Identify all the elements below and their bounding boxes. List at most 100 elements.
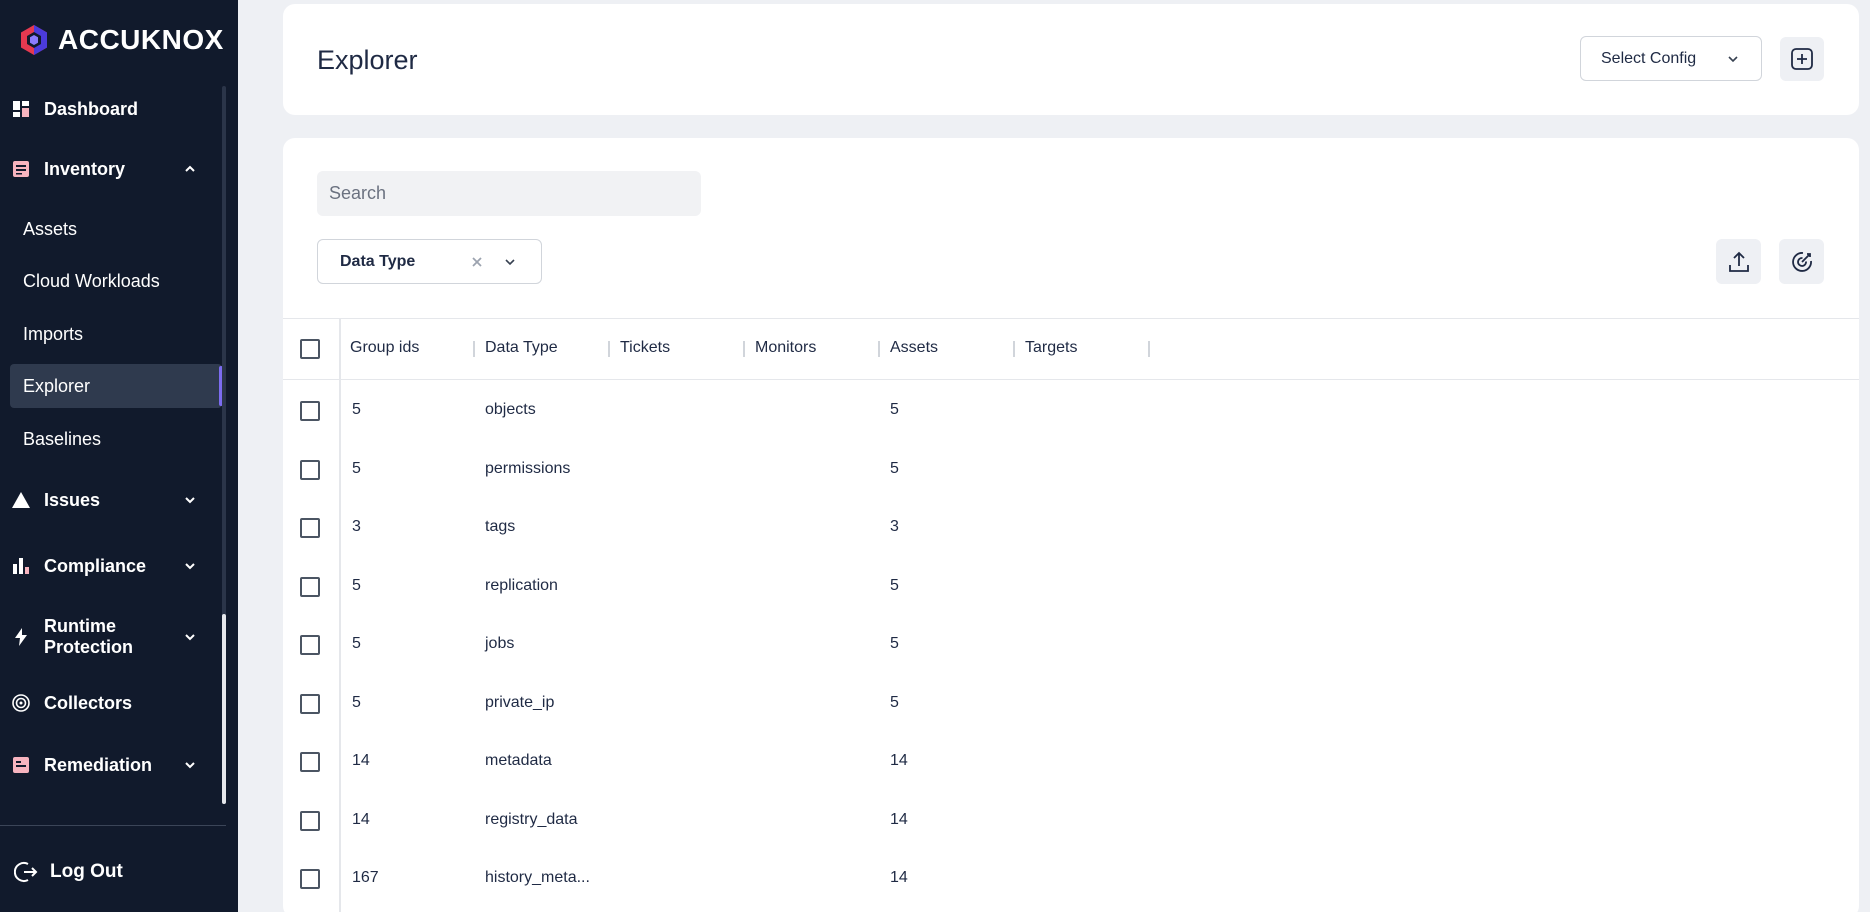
- clear-filter-icon[interactable]: [469, 254, 485, 270]
- column-resizer[interactable]: [743, 341, 745, 357]
- table-row[interactable]: 5 private_ip 5: [283, 674, 1859, 733]
- sidebar-item-assets[interactable]: Assets: [10, 207, 222, 251]
- table-row[interactable]: 167 history_meta... 14: [283, 849, 1859, 908]
- cell-data-type: metadata: [485, 752, 552, 769]
- target-icon: [1791, 251, 1812, 272]
- select-all-checkbox[interactable]: [300, 339, 320, 359]
- row-checkbox[interactable]: [300, 518, 320, 538]
- row-checkbox[interactable]: [300, 694, 320, 714]
- explorer-panel: Data Type Group ids Data Type Tickets Mo…: [283, 138, 1859, 912]
- cell-assets: 14: [890, 811, 908, 828]
- select-config-dropdown[interactable]: Select Config: [1580, 36, 1762, 81]
- sidebar-subitem-label: Cloud Workloads: [23, 270, 160, 291]
- collectors-icon: [12, 694, 30, 712]
- column-resizer[interactable]: [473, 341, 475, 357]
- sidebar-item-label: Issues: [44, 489, 101, 510]
- chevron-down-icon[interactable]: [184, 759, 196, 771]
- table-row[interactable]: 5 permissions 5: [283, 440, 1859, 499]
- cell-assets: 5: [890, 460, 899, 477]
- sidebar-item-compliance[interactable]: Compliance: [0, 553, 222, 579]
- cell-group-ids: 167: [352, 869, 379, 886]
- column-header-group-ids[interactable]: Group ids: [350, 339, 419, 357]
- cell-assets: 3: [890, 518, 899, 535]
- row-checkbox[interactable]: [300, 577, 320, 597]
- sidebar-item-inventory[interactable]: Inventory: [0, 156, 222, 182]
- sidebar-divider: [0, 825, 226, 826]
- inventory-icon: [12, 160, 30, 178]
- accuknox-logo-icon: [21, 25, 47, 55]
- sidebar-item-label: Dashboard: [44, 98, 139, 119]
- logout-button[interactable]: Log Out: [14, 860, 123, 884]
- row-checkbox[interactable]: [300, 460, 320, 480]
- add-config-button[interactable]: [1780, 37, 1824, 81]
- target-button[interactable]: [1779, 239, 1824, 284]
- table-row[interactable]: 3 tags 3: [283, 498, 1859, 557]
- column-resizer[interactable]: [1148, 341, 1150, 357]
- cell-group-ids: 5: [352, 635, 361, 652]
- row-checkbox[interactable]: [300, 635, 320, 655]
- sidebar-subitem-label: Baselines: [23, 428, 102, 449]
- search-input[interactable]: [317, 171, 701, 216]
- table-row[interactable]: 5 replication 5: [283, 557, 1859, 616]
- row-checkbox[interactable]: [300, 752, 320, 772]
- logout-label: Log Out: [50, 861, 123, 882]
- cell-group-ids: 14: [352, 811, 370, 828]
- column-resizer[interactable]: [1013, 341, 1015, 357]
- cell-data-type: private_ip: [485, 694, 555, 711]
- table-row[interactable]: 14 registry_data 14: [283, 791, 1859, 850]
- select-config-label: Select Config: [1601, 49, 1697, 67]
- sidebar-item-label: Runtime Protection: [44, 616, 134, 657]
- sidebar-item-dashboard[interactable]: Dashboard: [0, 96, 222, 122]
- sidebar-item-label: Remediation: [44, 754, 153, 775]
- cell-data-type: registry_data: [485, 811, 578, 828]
- sidebar: ACCUKNOX Dashboard Inventory Assets Clou…: [0, 0, 238, 912]
- table-header: Group ids Data Type Tickets Monitors Ass…: [283, 318, 1859, 380]
- cell-data-type: objects: [485, 401, 536, 418]
- remediation-icon: [12, 756, 30, 774]
- cell-group-ids: 14: [352, 752, 370, 769]
- sidebar-item-label: Collectors: [44, 692, 133, 713]
- cell-group-ids: 3: [352, 518, 361, 535]
- table-row[interactable]: 5 jobs 5: [283, 615, 1859, 674]
- sidebar-item-collectors[interactable]: Collectors: [0, 690, 222, 716]
- logout-icon: [14, 862, 38, 882]
- dashboard-icon: [12, 100, 30, 118]
- sidebar-item-cloud-workloads[interactable]: Cloud Workloads: [10, 259, 222, 303]
- chevron-up-icon[interactable]: [184, 163, 196, 175]
- cell-assets: 5: [890, 635, 899, 652]
- upload-icon: [1728, 251, 1749, 272]
- sidebar-subitem-label: Imports: [23, 323, 84, 344]
- data-type-filter[interactable]: Data Type: [317, 239, 542, 284]
- column-resizer[interactable]: [878, 341, 880, 357]
- sidebar-subitem-label: Explorer: [23, 375, 91, 396]
- cell-group-ids: 5: [352, 401, 361, 418]
- column-header-monitors[interactable]: Monitors: [755, 339, 816, 357]
- chevron-down-icon[interactable]: [184, 631, 196, 643]
- sidebar-item-baselines[interactable]: Baselines: [10, 417, 222, 461]
- row-checkbox[interactable]: [300, 811, 320, 831]
- column-header-tickets[interactable]: Tickets: [620, 339, 670, 357]
- sidebar-item-explorer[interactable]: Explorer: [10, 364, 223, 408]
- column-resizer[interactable]: [608, 341, 610, 357]
- chevron-down-icon[interactable]: [184, 560, 196, 572]
- sidebar-item-remediation[interactable]: Remediation: [0, 752, 222, 778]
- export-button[interactable]: [1716, 239, 1761, 284]
- filter-label: Data Type: [340, 252, 416, 270]
- chevron-down-icon[interactable]: [184, 494, 196, 506]
- sidebar-item-runtime-protection[interactable]: Runtime Protection: [0, 615, 222, 659]
- row-checkbox[interactable]: [300, 401, 320, 421]
- logo[interactable]: ACCUKNOX: [18, 22, 224, 58]
- sidebar-item-imports[interactable]: Imports: [10, 312, 222, 356]
- table-row[interactable]: 14 metadata 14: [283, 732, 1859, 791]
- cell-assets: 5: [890, 401, 899, 418]
- column-header-assets[interactable]: Assets: [890, 339, 938, 357]
- table-row[interactable]: 5 objects 5: [283, 381, 1859, 440]
- cell-data-type: tags: [485, 518, 516, 535]
- cell-data-type: replication: [485, 577, 558, 594]
- cell-group-ids: 5: [352, 694, 361, 711]
- sidebar-item-issues[interactable]: Issues: [0, 487, 222, 513]
- column-header-targets[interactable]: Targets: [1025, 339, 1077, 357]
- row-checkbox[interactable]: [300, 869, 320, 889]
- sidebar-scrollbar-thumb[interactable]: [222, 614, 226, 804]
- column-header-data-type[interactable]: Data Type: [485, 339, 558, 357]
